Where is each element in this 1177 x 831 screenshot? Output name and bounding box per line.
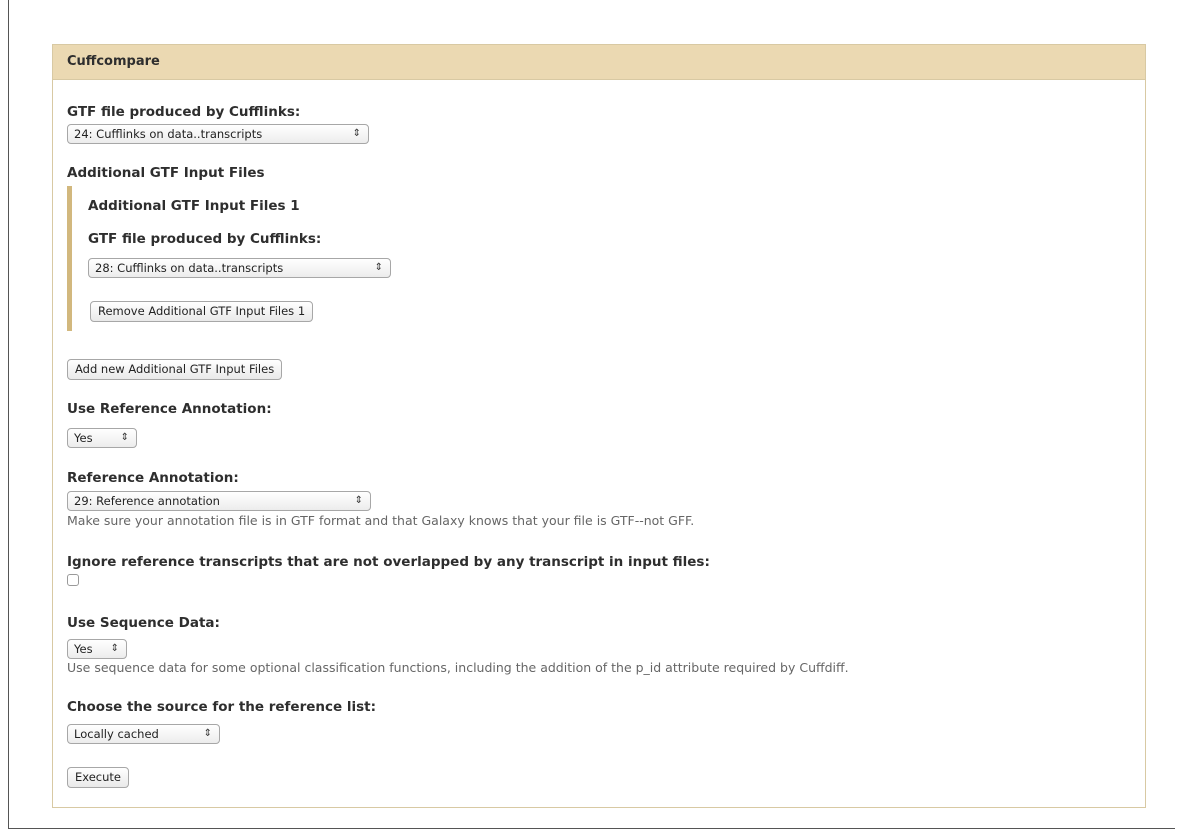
use-sequence-select[interactable]: Yes ⇕: [67, 639, 127, 659]
reference-annotation-label: Reference Annotation:: [67, 470, 239, 486]
ignore-reference-checkbox[interactable]: [67, 574, 79, 586]
reference-source-select[interactable]: Locally cached ⇕: [67, 724, 220, 744]
additional-item-select[interactable]: 28: Cufflinks on data..transcripts ⇕: [88, 258, 391, 278]
repeat-group-bar: [67, 186, 72, 331]
use-sequence-help: Use sequence data for some optional clas…: [67, 660, 849, 675]
select-arrow-icon: ⇕: [110, 643, 119, 654]
use-sequence-label: Use Sequence Data:: [67, 615, 220, 631]
select-arrow-icon: ⇕: [352, 128, 361, 139]
select-arrow-icon: ⇕: [374, 262, 383, 273]
additional-item-title: Additional GTF Input Files 1: [88, 198, 300, 214]
additional-item-selected: 28: Cufflinks on data..transcripts: [95, 261, 284, 275]
remove-additional-button[interactable]: Remove Additional GTF Input Files 1: [90, 301, 314, 322]
gtf-input-label: GTF file produced by Cufflinks:: [67, 104, 301, 120]
execute-button[interactable]: Execute: [67, 767, 129, 788]
reference-source-label: Choose the source for the reference list…: [67, 699, 377, 715]
select-arrow-icon: ⇕: [120, 432, 129, 443]
select-arrow-icon: ⇕: [203, 728, 212, 739]
use-reference-selected: Yes: [74, 431, 93, 445]
additional-section-title: Additional GTF Input Files: [67, 165, 265, 181]
ignore-reference-label: Ignore reference transcripts that are no…: [67, 554, 710, 570]
reference-annotation-help: Make sure your annotation file is in GTF…: [67, 513, 695, 528]
tool-title: Cuffcompare: [53, 45, 1145, 80]
additional-item-label: GTF file produced by Cufflinks:: [88, 231, 322, 247]
gtf-input-select[interactable]: 24: Cufflinks on data..transcripts ⇕: [67, 124, 369, 144]
tool-form-panel: Cuffcompare GTF file produced by Cufflin…: [52, 44, 1146, 808]
use-sequence-selected: Yes: [74, 642, 93, 656]
add-additional-button[interactable]: Add new Additional GTF Input Files: [67, 359, 283, 380]
reference-annotation-select[interactable]: 29: Reference annotation ⇕: [67, 491, 371, 511]
select-arrow-icon: ⇕: [354, 495, 363, 506]
use-reference-select[interactable]: Yes ⇕: [67, 428, 137, 448]
gtf-input-selected: 24: Cufflinks on data..transcripts: [74, 127, 263, 141]
reference-source-selected: Locally cached: [74, 727, 159, 741]
reference-annotation-selected: 29: Reference annotation: [74, 494, 220, 508]
use-reference-label: Use Reference Annotation:: [67, 401, 272, 417]
